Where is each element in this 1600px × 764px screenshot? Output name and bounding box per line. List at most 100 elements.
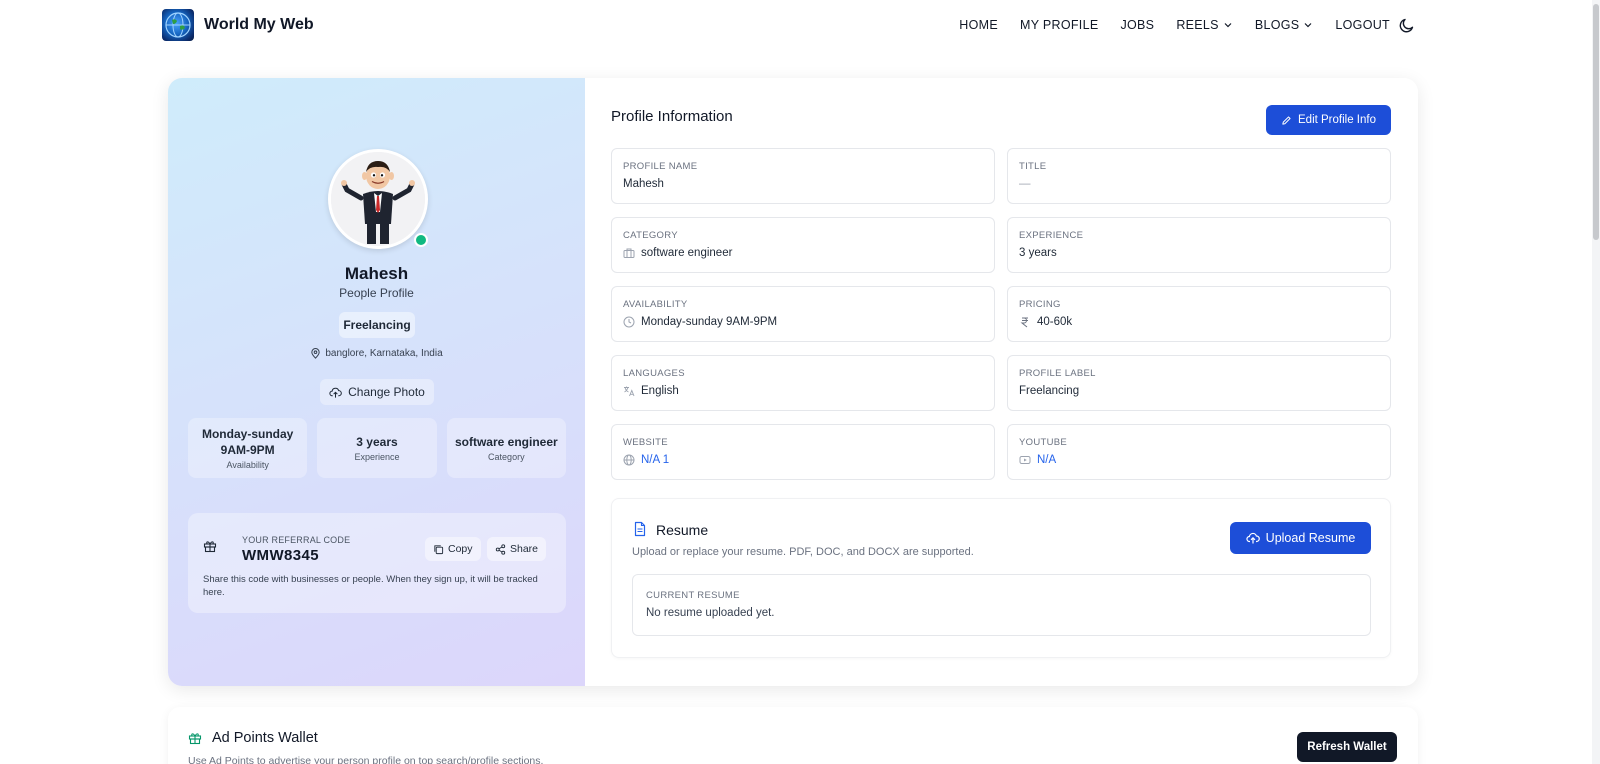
current-resume-box: CURRENT RESUME No resume uploaded yet.: [632, 574, 1371, 636]
ad-points-wallet: Ad Points Wallet Use Ad Points to advert…: [168, 707, 1418, 764]
document-icon: [634, 521, 646, 537]
nav-logout[interactable]: LOGOUT: [1335, 18, 1390, 32]
profile-card: Mahesh People Profile Freelancing banglo…: [168, 78, 1418, 686]
referral-description: Share this code with businesses or peopl…: [203, 574, 538, 598]
stat-experience: 3 years Experience: [317, 418, 437, 478]
field-website: WEBSITE N/A 1: [611, 424, 995, 480]
upload-resume-button[interactable]: Upload Resume: [1230, 522, 1371, 554]
avatar-wrapper: [328, 149, 428, 249]
field-value-text: Mahesh: [623, 178, 664, 190]
field-value: 40-60k: [1019, 316, 1072, 328]
field-label: CATEGORY: [623, 230, 678, 241]
cloud-upload-icon: [1246, 532, 1260, 544]
stat-availability-label: Availability: [226, 460, 269, 470]
copy-label: Copy: [448, 543, 473, 555]
field-value-text: 3 years: [1019, 247, 1057, 259]
resume-subtitle: Upload or replace your resume. PDF, DOC,…: [632, 546, 974, 558]
brand[interactable]: World My Web: [162, 9, 314, 41]
clock-icon: [623, 316, 635, 328]
field-label: AVAILABILITY: [623, 299, 688, 310]
field-label: LANGUAGES: [623, 368, 685, 379]
field-value: Freelancing: [1019, 385, 1079, 397]
translate-icon: [624, 386, 635, 397]
youtube-icon: [1019, 456, 1031, 464]
stat-availability-value: Monday-sunday 9AM-9PM: [201, 427, 294, 457]
wallet-subtitle: Use Ad Points to advertise your person p…: [188, 755, 544, 764]
scrollbar-thumb[interactable]: [1593, 4, 1599, 240]
field-label: PROFILE NAME: [623, 161, 698, 172]
field-title: TITLE —: [1007, 148, 1391, 204]
youtube-link[interactable]: N/A: [1037, 454, 1056, 466]
moon-icon[interactable]: [1398, 16, 1416, 34]
chevron-down-icon: [1224, 23, 1232, 28]
nav-jobs-label: JOBS: [1120, 18, 1155, 32]
nav-home[interactable]: HOME: [959, 18, 998, 32]
rupee-icon: [1020, 317, 1028, 328]
chevron-down-icon: [1304, 23, 1312, 28]
field-pricing: PRICING 40-60k: [1007, 286, 1391, 342]
field-experience: EXPERIENCE 3 years: [1007, 217, 1391, 273]
profile-stats: Monday-sunday 9AM-9PM Availability 3 yea…: [188, 418, 566, 478]
briefcase-icon: [623, 248, 635, 258]
share-button[interactable]: Share: [487, 537, 547, 561]
nav-blogs[interactable]: BLOGS: [1255, 18, 1314, 32]
nav-blogs-label: BLOGS: [1254, 18, 1300, 32]
page-scrollbar[interactable]: [1592, 0, 1600, 764]
field-value[interactable]: N/A: [1019, 454, 1056, 466]
nav-reels[interactable]: REELS: [1176, 18, 1233, 32]
nav-my-profile-label: MY PROFILE: [1019, 18, 1099, 32]
copy-icon: [434, 544, 444, 554]
field-value-text: —: [1019, 178, 1031, 190]
nav-my-profile[interactable]: MY PROFILE: [1020, 18, 1098, 32]
upload-resume-label: Upload Resume: [1265, 531, 1356, 545]
share-icon: [495, 543, 506, 555]
website-link[interactable]: N/A 1: [641, 454, 669, 466]
field-value: —: [1019, 178, 1031, 190]
field-label: WEBSITE: [623, 437, 668, 448]
nav-jobs[interactable]: JOBS: [1120, 18, 1154, 32]
resume-section: Resume Upload or replace your resume. PD…: [611, 498, 1391, 658]
cloud-upload-icon: [329, 387, 342, 398]
field-value: 3 years: [1019, 247, 1057, 259]
avatar: [328, 149, 428, 249]
wallet-title: Ad Points Wallet: [212, 730, 318, 746]
share-label: Share: [510, 543, 539, 555]
field-value: Monday-sunday 9AM-9PM: [623, 316, 777, 328]
profile-info-panel: Profile Information Edit Profile Info PR…: [585, 78, 1418, 686]
stat-category: software engineer Category: [446, 418, 566, 478]
gift-icon: [203, 541, 217, 553]
field-value[interactable]: N/A 1: [623, 454, 669, 466]
referral-title: YOUR REFERRAL CODE: [242, 535, 351, 545]
profile-location-text: banglore, Karnataka, India: [325, 348, 443, 359]
change-photo-button[interactable]: Change Photo: [320, 379, 434, 405]
refresh-wallet-button[interactable]: Refresh Wallet: [1297, 732, 1397, 762]
copy-button[interactable]: Copy: [425, 537, 481, 561]
field-label: YOUTUBE: [1019, 437, 1068, 448]
online-status-dot: [414, 233, 428, 247]
map-pin-icon: [311, 348, 321, 359]
pencil-icon: [1282, 115, 1291, 125]
field-value: English: [623, 385, 679, 397]
field-category: CATEGORY software engineer: [611, 217, 995, 273]
field-profile-label: PROFILE LABEL Freelancing: [1007, 355, 1391, 411]
profile-name: Mahesh: [344, 264, 409, 283]
resume-title: Resume: [656, 522, 709, 538]
profile-info-title: Profile Information: [611, 108, 733, 125]
globe-icon: [623, 454, 635, 466]
field-value-text: 40-60k: [1037, 316, 1073, 328]
nav-home-label: HOME: [959, 18, 998, 32]
brand-name: World My Web: [204, 16, 314, 33]
globe-logo-icon: [162, 9, 194, 41]
field-value-text: software engineer: [641, 247, 733, 259]
edit-profile-button[interactable]: Edit Profile Info: [1266, 105, 1391, 135]
field-label: TITLE: [1019, 161, 1047, 172]
field-availability: AVAILABILITY Monday-sunday 9AM-9PM: [611, 286, 995, 342]
edit-profile-label: Edit Profile Info: [1298, 114, 1376, 126]
field-languages: LANGUAGES English: [611, 355, 995, 411]
profile-location: banglore, Karnataka, India: [168, 348, 585, 359]
field-value: software engineer: [623, 247, 732, 259]
cartoon-avatar-icon: [331, 152, 425, 246]
field-label: PRICING: [1019, 299, 1061, 310]
profile-summary-panel: Mahesh People Profile Freelancing banglo…: [168, 78, 585, 686]
main-menu: HOME MY PROFILE JOBS REELS BLOGS LOGOUT: [959, 0, 1390, 50]
